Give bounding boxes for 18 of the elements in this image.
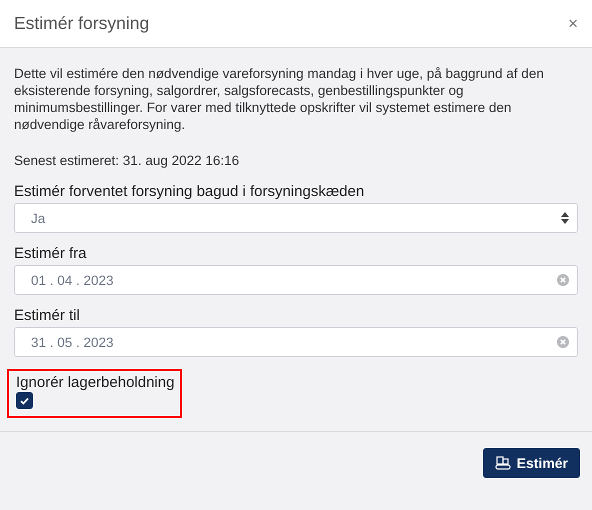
field-label: Estimér forventet forsyning bagud i forsyningskæden <box>14 183 366 200</box>
close-button[interactable]: × <box>568 14 578 34</box>
field-label: Estimér fra <box>14 245 88 262</box>
check-icon <box>20 396 29 404</box>
clear-icon[interactable] <box>557 274 569 286</box>
estimate-button[interactable]: Estimér <box>482 448 580 478</box>
field-label: Estimér til <box>14 307 81 324</box>
last-estimated-text: Senest estimeret: 31. aug 2022 16:16 <box>14 152 240 169</box>
clear-icon[interactable] <box>557 336 569 348</box>
select-field[interactable]: Ja <box>14 203 578 233</box>
checkbox[interactable] <box>16 392 33 409</box>
checkbox-label: Ignorér lagerbeholdning <box>16 374 174 391</box>
dialog-title: Estimér forsyning <box>14 13 150 34</box>
sort-arrows-icon <box>561 212 569 224</box>
date-field[interactable]: 31 . 05 . 2023 <box>14 327 578 357</box>
conveyor-icon <box>494 456 511 470</box>
description-text: Dette vil estimére den nødvendige vareforsyning mandag i hver uge, på baggrund af den eksisterende forsyning, salgordrer, salgsforecasts, genbestillingspunkter og minimumsbestillinger. For varer med tilknyttede opskrifter vil systemet estimere den nødvendige råvareforsyning. <box>14 65 545 133</box>
date-field[interactable]: 01 . 04 . 2023 <box>14 265 578 295</box>
